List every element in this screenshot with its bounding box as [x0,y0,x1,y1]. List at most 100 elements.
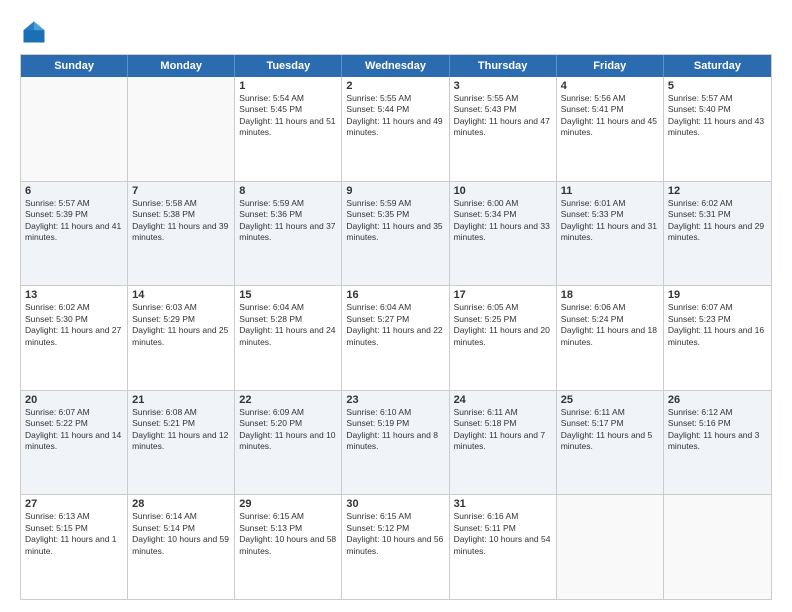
day-cell-14: 14Sunrise: 6:03 AMSunset: 5:29 PMDayligh… [128,286,235,390]
day-number: 4 [561,80,659,92]
day-info: Sunrise: 6:03 AMSunset: 5:29 PMDaylight:… [132,302,230,348]
day-cell-11: 11Sunrise: 6:01 AMSunset: 5:33 PMDayligh… [557,182,664,286]
day-number: 15 [239,289,337,301]
day-cell-31: 31Sunrise: 6:16 AMSunset: 5:11 PMDayligh… [450,495,557,599]
day-info: Sunrise: 6:04 AMSunset: 5:28 PMDaylight:… [239,302,337,348]
day-cell-3: 3Sunrise: 5:55 AMSunset: 5:43 PMDaylight… [450,77,557,181]
day-number: 18 [561,289,659,301]
day-cell-5: 5Sunrise: 5:57 AMSunset: 5:40 PMDaylight… [664,77,771,181]
page: SundayMondayTuesdayWednesdayThursdayFrid… [0,0,792,612]
day-number: 5 [668,80,767,92]
day-cell-10: 10Sunrise: 6:00 AMSunset: 5:34 PMDayligh… [450,182,557,286]
day-cell-6: 6Sunrise: 5:57 AMSunset: 5:39 PMDaylight… [21,182,128,286]
day-number: 31 [454,498,552,510]
calendar: SundayMondayTuesdayWednesdayThursdayFrid… [20,54,772,600]
empty-cell [557,495,664,599]
day-info: Sunrise: 6:11 AMSunset: 5:18 PMDaylight:… [454,407,552,453]
calendar-header: SundayMondayTuesdayWednesdayThursdayFrid… [21,55,771,77]
calendar-body: 1Sunrise: 5:54 AMSunset: 5:45 PMDaylight… [21,77,771,599]
day-info: Sunrise: 6:01 AMSunset: 5:33 PMDaylight:… [561,198,659,244]
day-info: Sunrise: 5:54 AMSunset: 5:45 PMDaylight:… [239,93,337,139]
day-cell-7: 7Sunrise: 5:58 AMSunset: 5:38 PMDaylight… [128,182,235,286]
day-number: 2 [346,80,444,92]
day-cell-18: 18Sunrise: 6:06 AMSunset: 5:24 PMDayligh… [557,286,664,390]
day-info: Sunrise: 5:58 AMSunset: 5:38 PMDaylight:… [132,198,230,244]
day-info: Sunrise: 5:59 AMSunset: 5:35 PMDaylight:… [346,198,444,244]
day-cell-30: 30Sunrise: 6:15 AMSunset: 5:12 PMDayligh… [342,495,449,599]
day-number: 17 [454,289,552,301]
calendar-row-2: 13Sunrise: 6:02 AMSunset: 5:30 PMDayligh… [21,285,771,390]
day-cell-28: 28Sunrise: 6:14 AMSunset: 5:14 PMDayligh… [128,495,235,599]
day-info: Sunrise: 5:57 AMSunset: 5:40 PMDaylight:… [668,93,767,139]
day-cell-20: 20Sunrise: 6:07 AMSunset: 5:22 PMDayligh… [21,391,128,495]
day-cell-27: 27Sunrise: 6:13 AMSunset: 5:15 PMDayligh… [21,495,128,599]
empty-cell [21,77,128,181]
day-info: Sunrise: 6:07 AMSunset: 5:22 PMDaylight:… [25,407,123,453]
day-cell-1: 1Sunrise: 5:54 AMSunset: 5:45 PMDaylight… [235,77,342,181]
day-info: Sunrise: 6:10 AMSunset: 5:19 PMDaylight:… [346,407,444,453]
day-info: Sunrise: 6:08 AMSunset: 5:21 PMDaylight:… [132,407,230,453]
day-info: Sunrise: 6:12 AMSunset: 5:16 PMDaylight:… [668,407,767,453]
day-cell-9: 9Sunrise: 5:59 AMSunset: 5:35 PMDaylight… [342,182,449,286]
day-number: 24 [454,394,552,406]
day-number: 26 [668,394,767,406]
logo [20,18,54,46]
day-number: 23 [346,394,444,406]
empty-cell [664,495,771,599]
header-day-sunday: Sunday [21,55,128,77]
day-number: 13 [25,289,123,301]
day-number: 28 [132,498,230,510]
calendar-row-1: 6Sunrise: 5:57 AMSunset: 5:39 PMDaylight… [21,181,771,286]
day-number: 30 [346,498,444,510]
day-number: 3 [454,80,552,92]
day-number: 21 [132,394,230,406]
day-number: 8 [239,185,337,197]
day-number: 11 [561,185,659,197]
header-day-wednesday: Wednesday [342,55,449,77]
day-number: 16 [346,289,444,301]
day-info: Sunrise: 6:06 AMSunset: 5:24 PMDaylight:… [561,302,659,348]
calendar-row-0: 1Sunrise: 5:54 AMSunset: 5:45 PMDaylight… [21,77,771,181]
day-cell-12: 12Sunrise: 6:02 AMSunset: 5:31 PMDayligh… [664,182,771,286]
day-info: Sunrise: 6:07 AMSunset: 5:23 PMDaylight:… [668,302,767,348]
day-number: 20 [25,394,123,406]
day-number: 10 [454,185,552,197]
day-cell-23: 23Sunrise: 6:10 AMSunset: 5:19 PMDayligh… [342,391,449,495]
day-number: 7 [132,185,230,197]
day-number: 29 [239,498,337,510]
day-cell-8: 8Sunrise: 5:59 AMSunset: 5:36 PMDaylight… [235,182,342,286]
day-number: 22 [239,394,337,406]
empty-cell [128,77,235,181]
day-cell-26: 26Sunrise: 6:12 AMSunset: 5:16 PMDayligh… [664,391,771,495]
day-info: Sunrise: 6:05 AMSunset: 5:25 PMDaylight:… [454,302,552,348]
header [20,18,772,46]
day-number: 27 [25,498,123,510]
day-cell-13: 13Sunrise: 6:02 AMSunset: 5:30 PMDayligh… [21,286,128,390]
day-number: 19 [668,289,767,301]
day-info: Sunrise: 6:15 AMSunset: 5:12 PMDaylight:… [346,511,444,557]
day-number: 25 [561,394,659,406]
header-day-friday: Friday [557,55,664,77]
day-cell-29: 29Sunrise: 6:15 AMSunset: 5:13 PMDayligh… [235,495,342,599]
day-info: Sunrise: 5:59 AMSunset: 5:36 PMDaylight:… [239,198,337,244]
day-number: 1 [239,80,337,92]
header-day-thursday: Thursday [450,55,557,77]
day-info: Sunrise: 6:04 AMSunset: 5:27 PMDaylight:… [346,302,444,348]
day-cell-17: 17Sunrise: 6:05 AMSunset: 5:25 PMDayligh… [450,286,557,390]
header-day-monday: Monday [128,55,235,77]
day-info: Sunrise: 6:02 AMSunset: 5:30 PMDaylight:… [25,302,123,348]
day-info: Sunrise: 6:14 AMSunset: 5:14 PMDaylight:… [132,511,230,557]
header-day-tuesday: Tuesday [235,55,342,77]
day-info: Sunrise: 5:57 AMSunset: 5:39 PMDaylight:… [25,198,123,244]
day-info: Sunrise: 5:55 AMSunset: 5:44 PMDaylight:… [346,93,444,139]
day-info: Sunrise: 6:02 AMSunset: 5:31 PMDaylight:… [668,198,767,244]
day-info: Sunrise: 6:16 AMSunset: 5:11 PMDaylight:… [454,511,552,557]
day-info: Sunrise: 6:00 AMSunset: 5:34 PMDaylight:… [454,198,552,244]
day-number: 12 [668,185,767,197]
day-cell-2: 2Sunrise: 5:55 AMSunset: 5:44 PMDaylight… [342,77,449,181]
day-info: Sunrise: 5:55 AMSunset: 5:43 PMDaylight:… [454,93,552,139]
day-cell-15: 15Sunrise: 6:04 AMSunset: 5:28 PMDayligh… [235,286,342,390]
logo-icon [20,18,48,46]
day-cell-21: 21Sunrise: 6:08 AMSunset: 5:21 PMDayligh… [128,391,235,495]
calendar-row-4: 27Sunrise: 6:13 AMSunset: 5:15 PMDayligh… [21,494,771,599]
